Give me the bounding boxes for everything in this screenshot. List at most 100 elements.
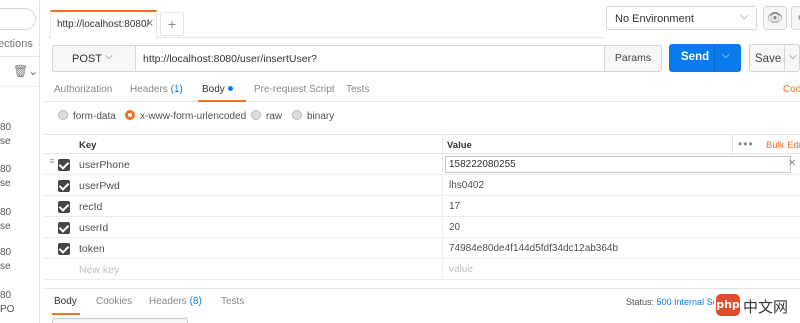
request-tab[interactable]: http://localhost:8080/ ✕ (50, 10, 157, 38)
tab-body[interactable]: Body (202, 84, 233, 95)
table-header: Key Value ••• Bulk Edit (44, 134, 800, 155)
radio-icon (58, 110, 68, 120)
sidebar-history-item[interactable]: 80 (0, 122, 11, 134)
new-tab-button[interactable]: + (160, 12, 184, 36)
response-tabs: Body Cookies Headers (8) Tests Status: 5… (44, 288, 800, 315)
tab-label: Headers (149, 296, 187, 307)
radio-form-data[interactable]: form-data (58, 110, 116, 122)
param-key[interactable]: token (79, 243, 105, 255)
url-text: http://localhost:8080/user/insertUser? (143, 53, 317, 65)
row-checkbox[interactable] (58, 222, 70, 234)
new-value-input[interactable]: value (449, 264, 473, 275)
sidebar-history-item[interactable]: se (0, 178, 11, 190)
sidebar-history-item[interactable]: 80 (0, 247, 11, 259)
tab-tests[interactable]: Tests (346, 84, 369, 95)
row-checkbox[interactable] (58, 243, 70, 255)
chevron-down-icon[interactable]: ⌵ (722, 50, 730, 61)
divider (0, 86, 39, 87)
watermark-text: 中文网 (743, 298, 789, 316)
more-icon[interactable]: ••• (738, 137, 754, 151)
new-key-input[interactable]: New key (79, 264, 119, 276)
param-value: 158222080255 (449, 159, 516, 170)
trash-icon[interactable]: 🗑⌄ (13, 64, 38, 78)
param-key[interactable]: userPwd (79, 180, 120, 192)
divider (442, 259, 443, 280)
send-label: Send (681, 51, 710, 63)
collections-tab[interactable]: ections (0, 38, 33, 50)
tab-headers[interactable]: Headers (1) (130, 84, 183, 95)
close-icon[interactable]: ✕ (145, 17, 154, 30)
drag-handle-icon[interactable]: ≡ (49, 157, 54, 166)
method-label: POST (72, 53, 102, 65)
param-key[interactable]: userId (79, 222, 108, 234)
param-key[interactable]: recId (79, 201, 102, 213)
param-value[interactable]: 74984e80de4f144d5fdf34dc12ab364b (449, 243, 618, 254)
param-value-input[interactable]: 158222080255 (445, 156, 791, 173)
php-logo-icon: php (716, 294, 740, 316)
sidebar-search-input[interactable] (0, 8, 36, 30)
environment-select[interactable]: No Environment ⌵ (606, 6, 757, 30)
gear-icon[interactable]: ⚙ (791, 6, 800, 30)
send-button[interactable]: Send ⌵ (669, 44, 741, 72)
param-value[interactable]: 17 (449, 201, 460, 212)
chevron-down-icon[interactable]: ⌵ (789, 51, 797, 62)
sidebar-history-item[interactable]: 80 (0, 164, 11, 176)
param-key[interactable]: userPhone (79, 159, 130, 171)
sidebar-history-item[interactable]: se (0, 136, 11, 148)
tab-count: (1) (170, 84, 183, 95)
response-tab-headers[interactable]: Headers (8) (149, 296, 202, 307)
divider (442, 217, 443, 238)
body-indicator-dot (227, 86, 233, 91)
active-tab-indicator (52, 313, 80, 315)
status-label: Status: (626, 297, 655, 307)
save-button[interactable]: Save ⌵ (749, 44, 800, 72)
bulk-edit-link[interactable]: Bulk Edit (766, 140, 800, 151)
eye-icon[interactable]: 👁 (763, 6, 787, 30)
radio-label: raw (266, 111, 283, 122)
response-tab-cookies[interactable]: Cookies (96, 296, 132, 307)
radio-binary[interactable]: binary (292, 110, 334, 122)
chevron-down-icon: ⌵ (105, 51, 113, 62)
save-label: Save (755, 53, 782, 65)
chevron-down-icon: ⌵ (740, 11, 748, 22)
radio-x-www-form-urlencoded[interactable]: x-www-form-urlencoded (125, 110, 246, 122)
tab-authorization[interactable]: Authorization (54, 84, 112, 95)
sidebar-history-item[interactable]: PO (0, 304, 14, 316)
row-checkbox[interactable] (58, 180, 70, 192)
radio-raw[interactable]: raw (251, 110, 282, 122)
radio-icon (251, 110, 261, 120)
tab-label: Headers (130, 84, 168, 95)
radio-label: x-www-form-urlencoded (140, 111, 247, 122)
close-icon[interactable]: ✕ (788, 158, 796, 169)
table-row-new: New key value (44, 259, 800, 280)
radio-icon (125, 110, 135, 120)
response-status: Status: 500 Internal Serv (626, 297, 725, 307)
tab-label: Authorization (54, 84, 113, 95)
param-value[interactable]: lhs0402 (449, 180, 484, 191)
row-checkbox[interactable] (58, 159, 70, 171)
tab-pre-request-script[interactable]: Pre-request Script (254, 84, 335, 95)
active-tab-indicator (198, 100, 246, 102)
params-button[interactable]: Params (604, 45, 662, 72)
sidebar-history-item[interactable]: 80 (0, 290, 11, 302)
sidebar-history-item[interactable]: se (0, 221, 11, 233)
request-section-tabs: Authorization Headers (1) Body Pre-reque… (44, 80, 800, 102)
response-tab-body[interactable]: Body (54, 296, 77, 307)
response-tab-tests[interactable]: Tests (221, 296, 244, 307)
sidebar-history-item[interactable]: se (0, 261, 11, 273)
tab-label: Tests (346, 84, 370, 95)
response-search-input[interactable] (52, 318, 188, 323)
table-row: token 74984e80de4f144d5fdf34dc12ab364b (44, 238, 800, 259)
method-select[interactable]: POST ⌵ (52, 45, 136, 72)
tab-label: Body (202, 84, 225, 95)
sidebar-history-item[interactable]: 80 (0, 207, 11, 219)
divider (442, 135, 443, 155)
divider (442, 154, 443, 175)
row-checkbox[interactable] (58, 201, 70, 213)
url-input[interactable]: http://localhost:8080/user/insertUser? (135, 45, 605, 72)
param-value[interactable]: 20 (449, 222, 460, 233)
divider (442, 175, 443, 196)
code-link[interactable]: Cod (783, 84, 800, 95)
tab-label: Pre-request Script (254, 84, 335, 95)
table-row: userPwd lhs0402 (44, 175, 800, 196)
